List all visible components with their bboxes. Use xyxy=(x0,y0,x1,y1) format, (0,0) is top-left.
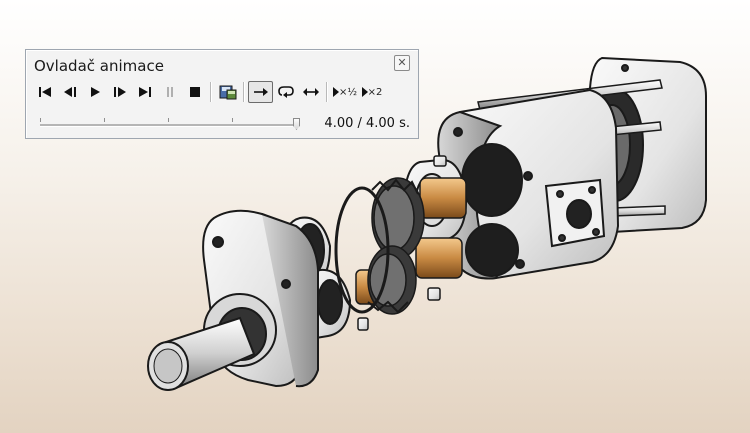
toolbar-separator xyxy=(326,82,328,102)
slider-tick xyxy=(104,118,105,122)
pause-button[interactable] xyxy=(157,81,182,103)
slider-thumb[interactable] xyxy=(293,118,300,130)
slider-tick xyxy=(40,118,41,122)
reciprocate-button[interactable] xyxy=(298,81,323,103)
slider-track xyxy=(40,124,296,127)
step-forward-icon xyxy=(113,87,126,97)
save-animation-button[interactable] xyxy=(215,81,240,103)
fast-forward-to-end-button[interactable] xyxy=(132,81,157,103)
playback-slider[interactable] xyxy=(40,118,300,132)
close-icon: ✕ xyxy=(397,56,407,69)
stop-button[interactable] xyxy=(182,81,207,103)
slider-tick xyxy=(232,118,233,122)
play-once-button[interactable] xyxy=(248,81,273,103)
slider-tick xyxy=(168,118,169,122)
rewind-to-start-icon xyxy=(38,87,51,97)
pause-icon xyxy=(166,87,173,97)
loop-button[interactable] xyxy=(273,81,298,103)
half-speed-button[interactable]: ×½ xyxy=(331,81,359,103)
stop-icon xyxy=(189,87,200,97)
double-speed-button[interactable]: ×2 xyxy=(359,81,385,103)
loop-icon xyxy=(277,86,294,98)
play-once-icon xyxy=(253,88,268,96)
step-back-button[interactable] xyxy=(57,81,82,103)
fast-forward-to-end-icon xyxy=(138,87,151,97)
panel-title: Ovladač animace xyxy=(34,57,164,75)
animation-controller-panel: Ovladač animace ✕ ×½ ×2 4.00 / 4.00 s. xyxy=(25,49,419,139)
close-button[interactable]: ✕ xyxy=(394,55,410,71)
save-animation-icon xyxy=(219,85,236,100)
half-speed-label: ×½ xyxy=(338,86,358,98)
toolbar-separator xyxy=(243,82,245,102)
step-back-icon xyxy=(63,87,76,97)
play-button[interactable] xyxy=(82,81,107,103)
toolbar-separator xyxy=(210,82,212,102)
drive-shaft xyxy=(147,316,256,391)
time-readout: 4.00 / 4.00 s. xyxy=(324,116,410,131)
reciprocate-icon xyxy=(302,88,319,96)
rewind-to-start-button[interactable] xyxy=(32,81,57,103)
play-icon xyxy=(90,87,100,97)
playback-toolbar: ×½ ×2 xyxy=(32,80,385,104)
step-forward-button[interactable] xyxy=(107,81,132,103)
double-speed-label: ×2 xyxy=(367,86,383,98)
